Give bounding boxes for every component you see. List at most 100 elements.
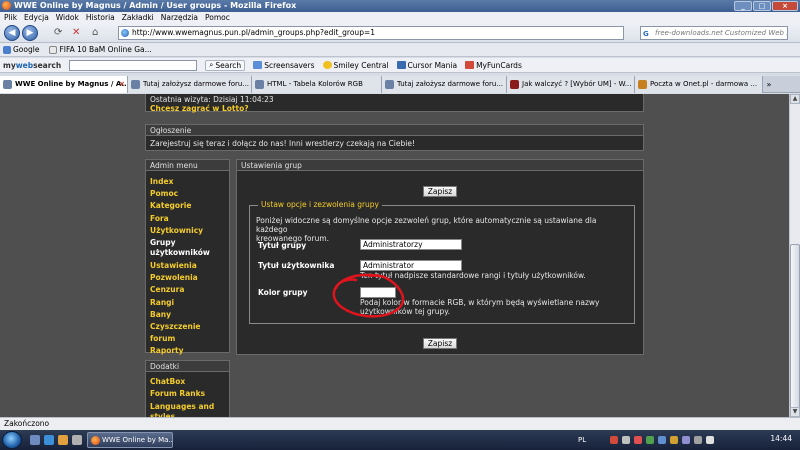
page-content: Ostatnia wizyta: Dzisiaj 11:04:23 Chcesz… bbox=[0, 94, 789, 417]
tray-icon[interactable] bbox=[658, 436, 667, 444]
admin-link-help[interactable]: Pomoc bbox=[150, 188, 225, 200]
window-title: WWE Online by Magnus / Admin / User grou… bbox=[14, 1, 297, 10]
admin-link-ranks[interactable]: Rangi bbox=[150, 297, 225, 309]
status-bar: Zakończono bbox=[0, 417, 800, 430]
toolbar-search-input[interactable] bbox=[69, 59, 198, 71]
lotto-link[interactable]: Chcesz zagrać w Lotto? bbox=[150, 104, 639, 113]
tray-icon[interactable] bbox=[622, 436, 631, 444]
minimize-button[interactable]: _ bbox=[734, 1, 752, 11]
cursor-mania-link[interactable]: Cursor Mania bbox=[396, 61, 457, 70]
tab-favicon-icon bbox=[510, 80, 519, 89]
scroll-up-arrow-icon[interactable]: ▲ bbox=[790, 94, 800, 104]
maximize-button[interactable]: □ bbox=[753, 1, 771, 11]
admin-link-groups[interactable]: Grupy bbox=[150, 238, 225, 248]
screensavers-link[interactable]: Screensavers bbox=[253, 61, 315, 70]
tab-strip: WWE Online by Magnus / A... × Tutaj założ… bbox=[0, 76, 800, 93]
home-icon[interactable]: ⌂ bbox=[92, 27, 98, 38]
admin-menu-list: Index Pomoc Kategorie Fora Użytkownicy G… bbox=[146, 171, 229, 361]
tray-icon[interactable] bbox=[670, 436, 679, 444]
extras-link-forum-ranks[interactable]: Forum Ranks bbox=[150, 388, 225, 400]
web-search-input[interactable]: G free-downloads.net Customized Web Sea bbox=[640, 26, 788, 40]
tray-icon[interactable] bbox=[634, 436, 643, 444]
reload-icon[interactable]: ⟳ bbox=[54, 27, 62, 38]
tab-list-chevron-icon[interactable]: » bbox=[763, 76, 775, 92]
menu-tools[interactable]: Narzędzia bbox=[161, 12, 198, 23]
network-tray-icon[interactable] bbox=[694, 436, 703, 444]
scroll-down-arrow-icon[interactable]: ▼ bbox=[790, 407, 800, 417]
show-desktop-icon[interactable] bbox=[30, 435, 40, 445]
scroll-thumb[interactable] bbox=[790, 244, 800, 409]
red-annotation-circle bbox=[332, 273, 405, 318]
smiley-icon bbox=[322, 61, 332, 69]
bookmark-google[interactable]: Google bbox=[3, 45, 39, 54]
tray-icon[interactable] bbox=[646, 436, 655, 444]
antivirus-tray-icon[interactable] bbox=[610, 436, 619, 444]
language-indicator[interactable]: PL bbox=[578, 436, 586, 444]
tab-forum-2[interactable]: Tutaj założysz darmowe foru... bbox=[382, 76, 507, 93]
fifa-favicon-icon bbox=[49, 45, 58, 54]
search-icon: ⌕ bbox=[209, 60, 214, 69]
save-button-bottom[interactable]: Zapisz bbox=[423, 338, 457, 349]
close-tab-icon[interactable]: × bbox=[119, 76, 125, 93]
menu-view[interactable]: Widok bbox=[56, 12, 79, 23]
admin-link-reports[interactable]: Raporty bbox=[150, 345, 225, 357]
window-controls: _ □ × bbox=[734, 1, 798, 11]
bookmark-fifa[interactable]: FIFA 10 BaM Online Ga... bbox=[49, 45, 152, 54]
start-button[interactable] bbox=[2, 431, 22, 449]
toolbar-search-button[interactable]: ⌕ Search bbox=[205, 59, 246, 71]
last-visit-text: Ostatnia wizyta: Dzisiaj 11:04:23 bbox=[150, 95, 274, 104]
extras-title: Dodatki bbox=[146, 361, 229, 372]
smiley-central-link[interactable]: Smiley Central bbox=[322, 61, 389, 70]
taskbar-clock[interactable]: 14:44 bbox=[770, 434, 792, 443]
group-title-input[interactable]: Administratorzy bbox=[360, 239, 462, 250]
page-scrollbar[interactable]: ▲ ▼ bbox=[789, 94, 800, 417]
menu-history[interactable]: Historia bbox=[86, 12, 115, 23]
admin-menu-panel: Admin menu Index Pomoc Kategorie Fora Uż… bbox=[145, 159, 230, 355]
admin-link-prune[interactable]: Czyszczenie forum bbox=[150, 321, 225, 345]
menu-help[interactable]: Pomoc bbox=[205, 12, 230, 23]
bookmark-label: Google bbox=[13, 45, 40, 54]
forward-arrow-icon[interactable]: ▶ bbox=[22, 25, 38, 41]
bookmarks-toolbar: Google FIFA 10 BaM Online Ga... bbox=[0, 43, 800, 57]
stop-icon[interactable]: ✕ bbox=[72, 27, 80, 38]
tab-forum-1[interactable]: Tutaj założysz darmowe foru... bbox=[128, 76, 252, 93]
admin-link-permissions[interactable]: Pozwolenia bbox=[150, 272, 225, 284]
group-settings-title: Ustawienia grup bbox=[237, 160, 643, 171]
save-button-top[interactable]: Zapisz bbox=[423, 186, 457, 197]
admin-link-categories[interactable]: Kategorie bbox=[150, 200, 225, 212]
ie-quicklaunch-icon[interactable] bbox=[44, 435, 54, 445]
mywebsearch-toolbar: mywebsearch ⌕ Search Screensavers Smiley … bbox=[0, 58, 800, 73]
admin-link-users[interactable]: Użytkownicy bbox=[150, 225, 225, 237]
menu-bookmarks[interactable]: Zakładki bbox=[122, 12, 154, 23]
tab-jak-walczyc[interactable]: Jak walczyć ? [Wybór UM] - W... bbox=[507, 76, 635, 93]
myfuncards-link[interactable]: MyFunCards bbox=[465, 61, 522, 70]
tab-onet-mail[interactable]: Poczta w Onet.pl - darmowa ... bbox=[635, 76, 763, 93]
address-bar[interactable]: http://www.wwemagnus.pun.pl/admin_groups… bbox=[118, 26, 624, 40]
extras-link-chatbox[interactable]: ChatBox bbox=[150, 376, 225, 388]
group-settings-panel: Ustawienia grup Zapisz Ustaw opcje i zez… bbox=[236, 159, 644, 355]
search-engine-icon: G bbox=[643, 30, 649, 38]
back-arrow-icon[interactable]: ◀ bbox=[4, 25, 20, 41]
extras-link-languages[interactable]: Languages and bbox=[150, 402, 225, 412]
volume-tray-icon[interactable] bbox=[706, 436, 715, 444]
firefox-icon bbox=[2, 1, 11, 10]
firefox-quicklaunch-icon[interactable] bbox=[58, 435, 68, 445]
media-quicklaunch-icon[interactable] bbox=[72, 435, 82, 445]
admin-link-groups-line2[interactable]: użytkowników bbox=[150, 248, 225, 258]
menu-edit[interactable]: Edycja bbox=[24, 12, 49, 23]
tray-icon[interactable] bbox=[682, 436, 691, 444]
tab-wwe-online[interactable]: WWE Online by Magnus / A... × bbox=[0, 76, 128, 93]
group-title-label: Tytuł grupy bbox=[258, 241, 307, 250]
admin-link-forums[interactable]: Fora bbox=[150, 213, 225, 225]
taskbar-firefox-window[interactable]: WWE Online by Ma... bbox=[87, 432, 173, 448]
admin-link-index[interactable]: Index bbox=[150, 176, 225, 188]
navigation-toolbar: ◀ ▶ ⟳ ✕ ⌂ http://www.wwemagnus.pun.pl/ad… bbox=[0, 23, 800, 43]
close-window-button[interactable]: × bbox=[772, 1, 798, 11]
tab-html-colors[interactable]: HTML - Tabela Kolorów RGB bbox=[252, 76, 382, 93]
admin-link-settings[interactable]: Ustawienia bbox=[150, 260, 225, 272]
menu-file[interactable]: Plik bbox=[4, 12, 17, 23]
extras-list: ChatBox Forum Ranks Languages and styles bbox=[146, 372, 229, 417]
admin-link-bans[interactable]: Bany bbox=[150, 309, 225, 321]
firefox-icon bbox=[91, 436, 100, 445]
admin-link-censorship[interactable]: Cenzura bbox=[150, 284, 225, 296]
